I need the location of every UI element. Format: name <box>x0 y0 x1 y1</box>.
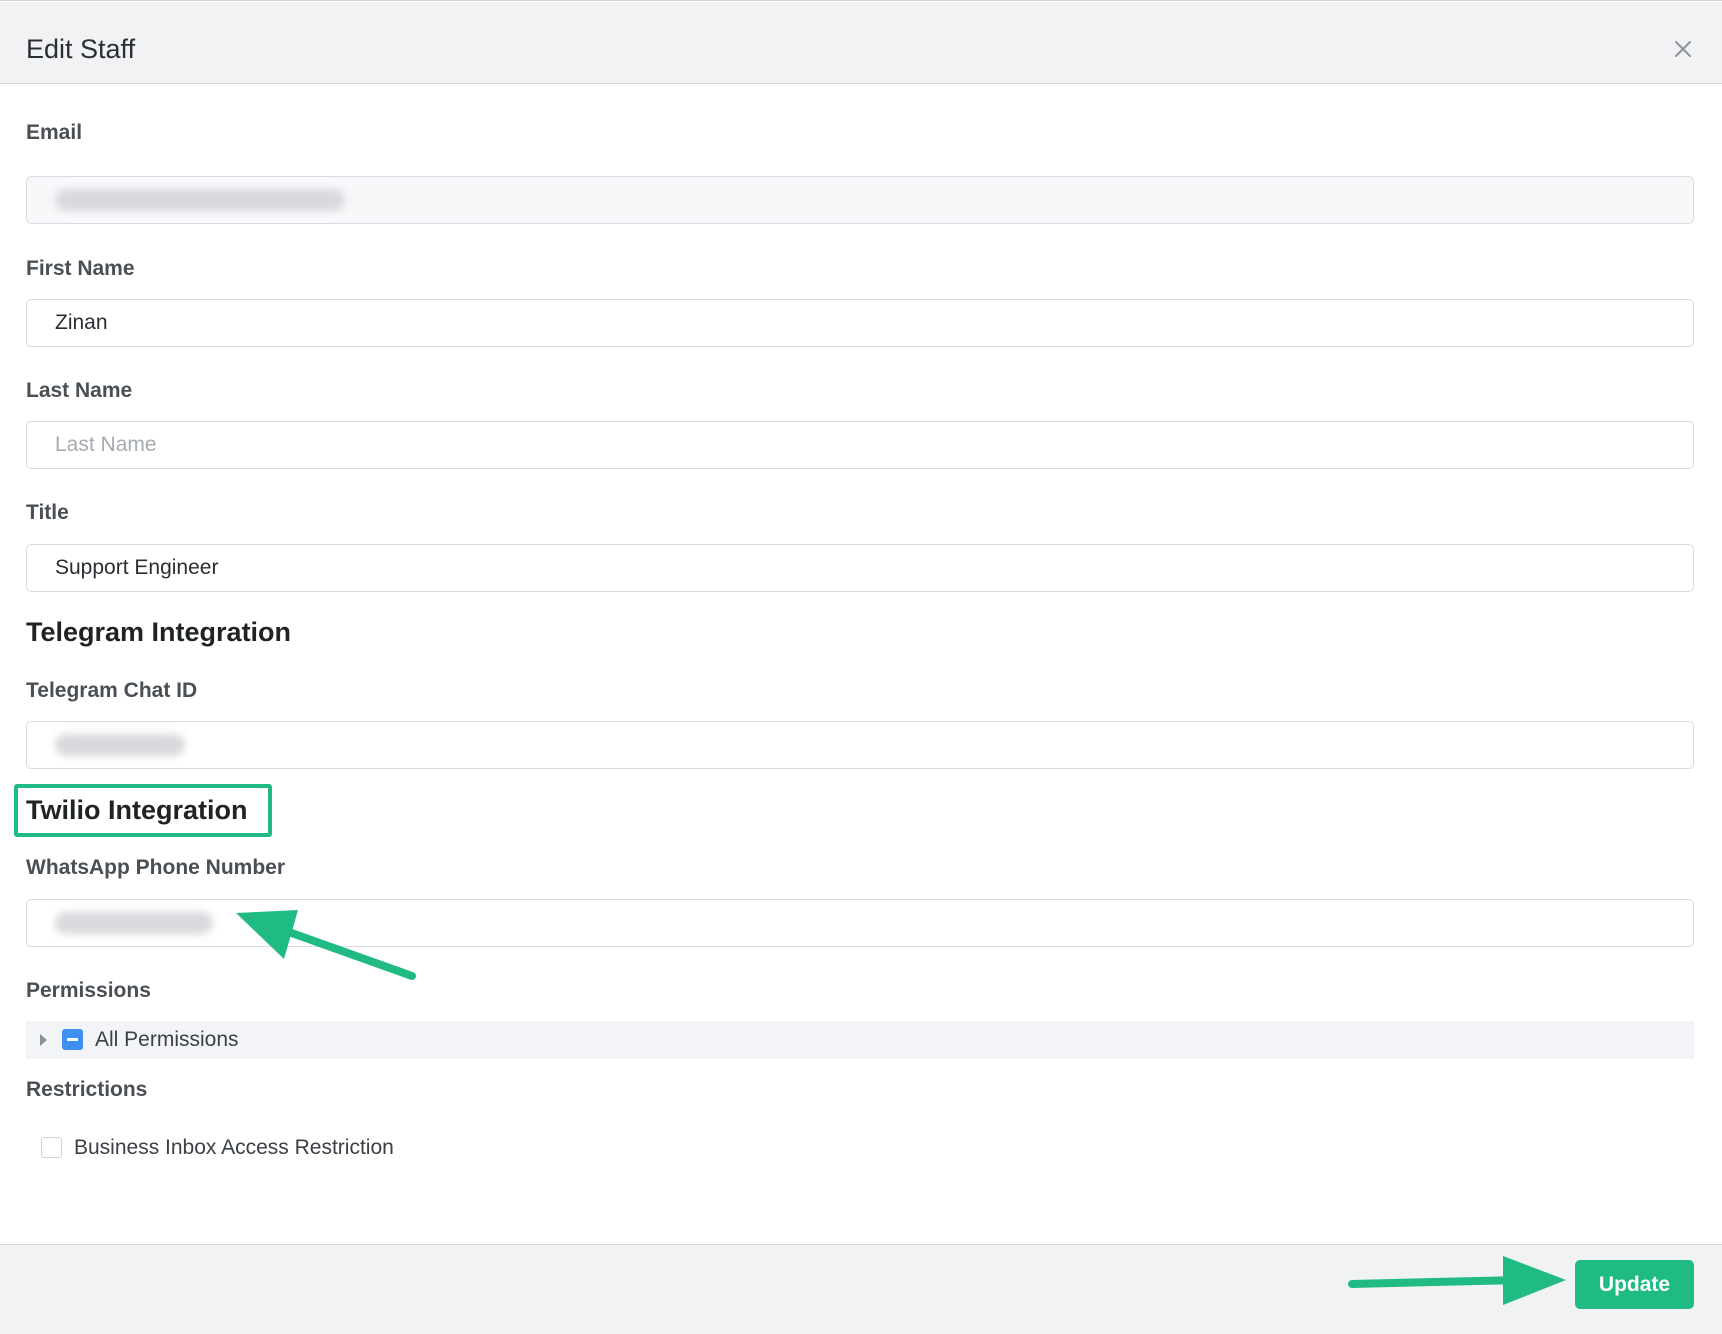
telegram-section-title: Telegram Integration <box>26 617 292 647</box>
redacted-value <box>55 912 213 935</box>
whatsapp-phone-label: WhatsApp Phone Number <box>26 856 286 879</box>
email-label: Email <box>26 121 83 144</box>
restrictions-label: Restrictions <box>26 1078 148 1101</box>
redacted-value <box>55 189 345 212</box>
business-inbox-restriction-label[interactable]: Business Inbox Access Restriction <box>74 1136 394 1160</box>
edit-staff-dialog: Edit Staff Email First Name Zinan Last N… <box>0 0 1722 1334</box>
telegram-chat-id-label: Telegram Chat ID <box>26 679 198 702</box>
all-permissions-checkbox[interactable] <box>62 1029 83 1050</box>
redacted-value <box>55 734 185 757</box>
permissions-label: Permissions <box>26 979 151 1002</box>
update-button[interactable]: Update <box>1575 1260 1694 1309</box>
twilio-section-title: Twilio Integration <box>26 795 248 825</box>
caret-right-icon[interactable] <box>40 1034 47 1046</box>
all-permissions-label: All Permissions <box>95 1028 239 1051</box>
business-inbox-restriction-checkbox[interactable] <box>41 1137 62 1158</box>
telegram-chat-id-field[interactable] <box>26 721 1694 769</box>
last-name-label: Last Name <box>26 379 133 402</box>
last-name-field[interactable]: Last Name <box>26 421 1694 469</box>
first-name-label: First Name <box>26 257 135 280</box>
close-icon[interactable] <box>1672 38 1694 60</box>
title-label: Title <box>26 501 69 524</box>
dialog-footer: Update <box>0 1244 1722 1334</box>
title-field[interactable]: Support Engineer <box>26 544 1694 592</box>
dialog-title: Edit Staff <box>26 34 136 64</box>
email-field[interactable] <box>26 176 1694 224</box>
permissions-tree-row[interactable]: All Permissions <box>26 1021 1694 1059</box>
dialog-header: Edit Staff <box>0 2 1722 84</box>
whatsapp-phone-field[interactable] <box>26 899 1694 947</box>
first-name-field[interactable]: Zinan <box>26 299 1694 347</box>
